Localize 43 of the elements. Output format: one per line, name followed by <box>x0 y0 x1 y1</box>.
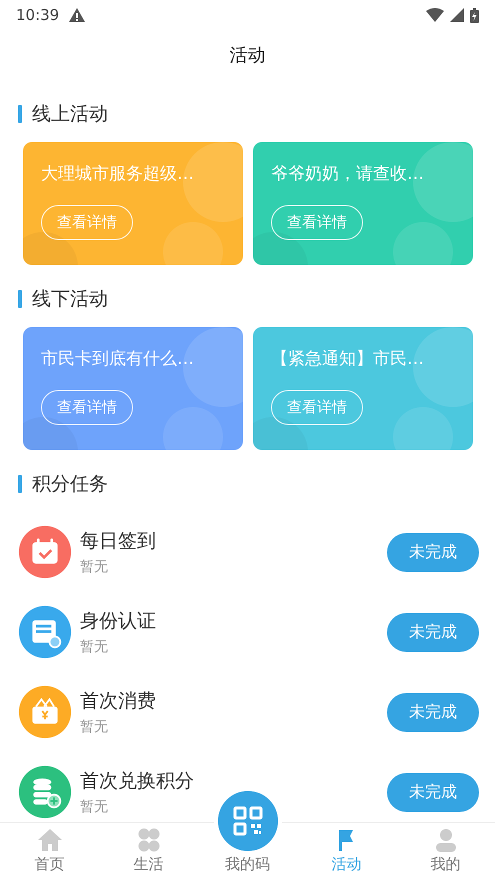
status-button[interactable]: 未完成 <box>387 532 479 572</box>
task-name: 身份认证 <box>80 609 157 634</box>
home-icon <box>36 828 62 852</box>
task-note: 暂无 <box>80 798 109 816</box>
signal-icon <box>450 8 464 22</box>
details-button[interactable]: 查看详情 <box>271 390 363 425</box>
wifi-icon <box>426 8 444 22</box>
status-button[interactable]: 未完成 <box>387 772 479 812</box>
page-title: 活动 <box>230 44 266 67</box>
status-button[interactable]: 未完成 <box>387 692 479 732</box>
details-button[interactable]: 查看详情 <box>41 390 133 425</box>
activity-card[interactable]: 大理城市服务超级… 查看详情 <box>23 142 243 265</box>
nav-tab[interactable]: 首页 <box>0 823 99 880</box>
task-name: 每日签到 <box>80 529 157 554</box>
status-button[interactable]: 未完成 <box>387 612 479 652</box>
status-time: 10:39 <box>16 6 60 24</box>
nav-tab[interactable]: 我的 <box>396 823 495 880</box>
section-marker <box>18 290 22 308</box>
details-button[interactable]: 查看详情 <box>41 205 133 240</box>
activity-card[interactable]: 【紧急通知】市民… 查看详情 <box>253 327 473 450</box>
task-note: 暂无 <box>80 638 109 656</box>
nav-tab[interactable]: 我的码 <box>198 855 297 880</box>
task-name: 首次消费 <box>80 689 157 714</box>
activity-card[interactable]: 爷爷奶奶，请查收… 查看详情 <box>253 142 473 265</box>
warning-icon <box>69 8 86 22</box>
nav-tab[interactable]: 活动 <box>297 823 396 880</box>
section-marker <box>18 475 22 493</box>
section-title: 线下活动 <box>32 287 108 312</box>
section-title: 积分任务 <box>32 472 108 497</box>
task-note: 暂无 <box>80 558 109 576</box>
nav-tab[interactable]: 生活 <box>99 823 198 880</box>
details-button[interactable]: 查看详情 <box>271 205 363 240</box>
card-title: 市民卡到底有什么… <box>41 348 195 370</box>
card-title: 爷爷奶奶，请查收… <box>271 163 425 185</box>
battery-icon <box>470 8 479 22</box>
section-title: 线上活动 <box>32 102 108 127</box>
card-title: 大理城市服务超级… <box>41 163 195 185</box>
activity-card[interactable]: 市民卡到底有什么… 查看详情 <box>23 327 243 450</box>
task-note: 暂无 <box>80 718 109 736</box>
task-name: 首次兑换积分 <box>80 769 195 794</box>
section-marker <box>18 105 22 123</box>
clover-icon <box>136 828 162 852</box>
card-title: 【紧急通知】市民… <box>271 348 425 370</box>
